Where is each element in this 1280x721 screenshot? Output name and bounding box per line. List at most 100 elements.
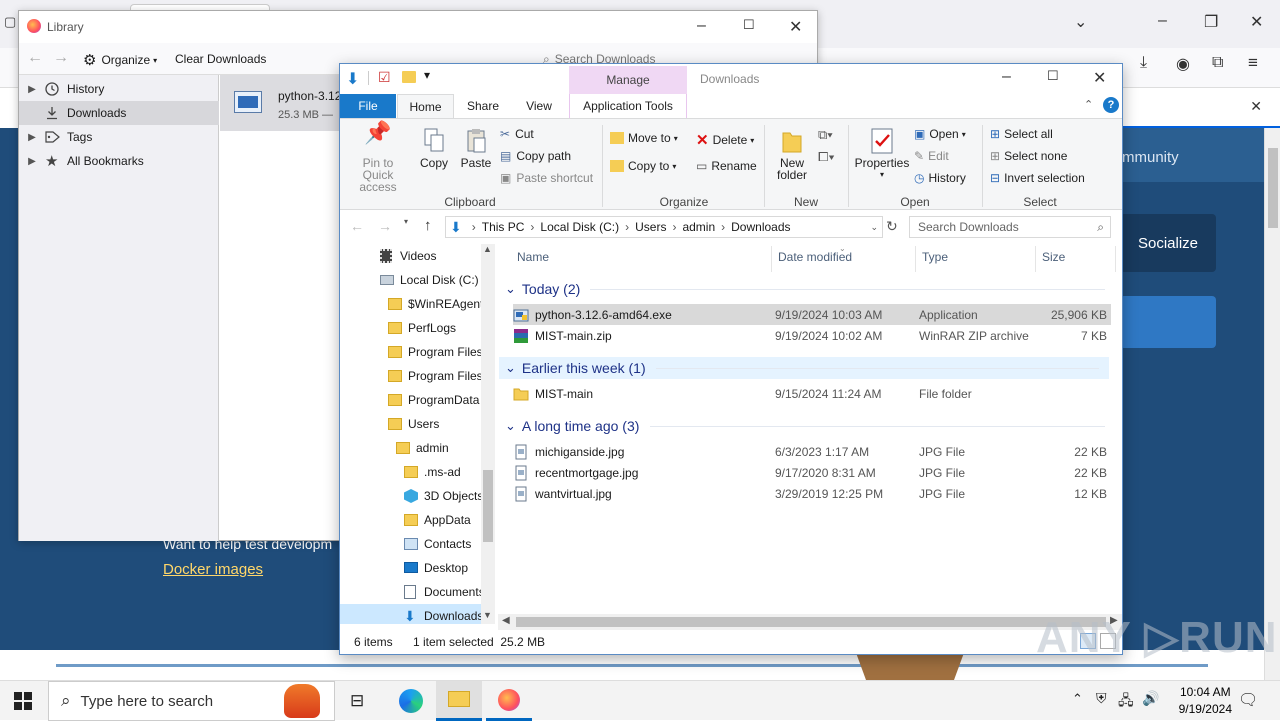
column-header-name[interactable]: Name — [517, 250, 549, 264]
properties-qat-icon[interactable]: ☑ — [378, 69, 391, 86]
restore-button[interactable]: ❐ — [1204, 12, 1218, 32]
page-scrollbar[interactable] — [1264, 128, 1280, 680]
list-all-tabs-icon[interactable]: ⌄ — [1074, 12, 1087, 32]
nav-item[interactable]: Program Files — [388, 364, 483, 388]
group-header[interactable]: ⌄ Today (2) — [505, 278, 1115, 300]
show-hidden-icons-icon[interactable]: ⌃ — [1072, 691, 1083, 707]
group-header[interactable]: ⌄ A long time ago (3) — [505, 415, 1115, 437]
organize-button[interactable]: ⚙ Organize ▾ — [83, 51, 157, 69]
breadcrumb-downloads[interactable]: Downloads — [731, 220, 790, 234]
pin-quick-access-button[interactable]: 📌 Pin to Quick access — [346, 122, 410, 194]
nav-item[interactable]: Local Disk (C:) — [380, 268, 479, 292]
start-button[interactable] — [14, 692, 32, 710]
socialize-button[interactable]: Socialize — [1120, 214, 1216, 272]
new-folder-button[interactable]: New folder — [770, 127, 814, 181]
up-arrow-icon[interactable]: ↑ — [424, 217, 432, 234]
clear-downloads-button[interactable]: Clear Downloads — [175, 52, 266, 66]
nav-item[interactable]: PerfLogs — [388, 316, 456, 340]
scroll-down-icon[interactable]: ▼ — [483, 610, 492, 620]
library-minimize-button[interactable]: – — [697, 17, 706, 35]
download-list-item[interactable]: python-3.12 25.3 MB — — [220, 75, 350, 131]
navigation-scrollbar[interactable]: ▲ ▼ — [481, 244, 495, 624]
properties-button[interactable]: Properties ▾ — [854, 127, 910, 181]
address-bar[interactable]: ⬇ › This PC › Local Disk (C:) › Users › … — [445, 216, 883, 238]
volume-icon[interactable]: 🔊 — [1142, 690, 1159, 707]
taskbar-firefox-button[interactable] — [486, 681, 532, 721]
sidebar-item-tags[interactable]: ▶ Tags — [19, 125, 219, 149]
tab-share[interactable]: Share — [456, 94, 510, 118]
taskbar-search-box[interactable]: ⌕ Type here to search — [48, 681, 335, 721]
minimize-button[interactable]: – — [1158, 12, 1167, 30]
notifications-icon[interactable]: 🗨 — [1238, 690, 1258, 710]
refresh-icon[interactable]: ↻ — [886, 218, 898, 235]
library-maximize-button[interactable]: ☐ — [743, 17, 755, 33]
help-icon[interactable]: ? — [1103, 97, 1119, 113]
scrollbar-thumb[interactable] — [483, 470, 493, 542]
scroll-up-icon[interactable]: ▲ — [483, 244, 492, 254]
nav-item[interactable]: admin — [396, 436, 449, 460]
expand-arrow-icon[interactable]: ▶ — [19, 132, 45, 143]
open-button[interactable]: ▣ Open ▾ — [914, 127, 966, 141]
back-arrow-icon[interactable]: ← — [27, 49, 43, 67]
delete-button[interactable]: ✕ Delete ▾ — [696, 131, 754, 149]
explorer-minimize-button[interactable]: – — [1002, 68, 1011, 86]
community-nav-link[interactable]: mmunity — [1122, 149, 1179, 166]
explorer-search-input[interactable]: Search Downloads ⌕ — [909, 216, 1111, 238]
file-row[interactable]: wantvirtual.jpg 3/29/2019 12:25 PM JPG Fil… — [513, 483, 1111, 504]
sidebar-item-history[interactable]: ▶ History — [19, 77, 219, 101]
new-item-icon[interactable]: ⧉▾ — [818, 127, 833, 143]
recent-locations-icon[interactable]: ▾ — [404, 217, 408, 226]
paste-shortcut-button[interactable]: ▣ Paste shortcut — [500, 171, 593, 185]
file-row[interactable]: recentmortgage.jpg 9/17/2020 8:31 AM JPG F… — [513, 462, 1111, 483]
nav-item[interactable]: Contacts — [404, 532, 471, 556]
breadcrumb-admin[interactable]: admin — [682, 220, 715, 234]
close-notification-icon[interactable]: ✕ — [1250, 98, 1262, 115]
nav-item[interactable]: Documents — [404, 580, 485, 604]
nav-item[interactable]: Users — [388, 412, 439, 436]
nav-item[interactable]: AppData — [404, 508, 471, 532]
file-row[interactable]: MIST-main 9/15/2024 11:24 AM File folder — [513, 383, 1111, 404]
file-row[interactable]: michiganside.jpg 6/3/2023 1:17 AM JPG File… — [513, 441, 1111, 462]
copy-button[interactable]: Copy — [414, 127, 454, 169]
expand-arrow-icon[interactable]: ▶ — [19, 156, 45, 167]
tab-home[interactable]: Home — [397, 94, 454, 118]
docker-images-link[interactable]: Docker images — [163, 561, 263, 578]
edge-icon[interactable] — [399, 689, 423, 713]
copy-to-button[interactable]: Copy to ▾ — [610, 159, 676, 173]
nav-item[interactable]: Program Files — [388, 340, 483, 364]
library-close-button[interactable]: ✕ — [789, 17, 802, 37]
network-icon[interactable]: 🖧 — [1118, 690, 1134, 714]
tab-application-tools[interactable]: Application Tools — [569, 94, 687, 118]
tab-view[interactable]: View — [512, 94, 566, 118]
rename-button[interactable]: ▭ Rename — [696, 159, 757, 173]
expand-arrow-icon[interactable]: ▶ — [19, 84, 45, 95]
extensions-icon[interactable]: ⧉ — [1212, 54, 1223, 72]
scrollbar-thumb[interactable] — [1268, 148, 1278, 228]
column-header-size[interactable]: Size — [1042, 250, 1065, 264]
file-row[interactable]: python-3.12.6-amd64.exe 9/19/2024 10:03 A… — [513, 304, 1111, 325]
nav-item[interactable]: .ms-ad — [404, 460, 461, 484]
nav-item[interactable]: $WinREAgent — [388, 292, 483, 316]
page-action-button[interactable] — [1120, 296, 1216, 348]
clock[interactable]: 10:04 AM 9/19/2024 — [1179, 684, 1232, 718]
nav-item[interactable]: ProgramData — [388, 388, 479, 412]
cut-button[interactable]: ✂ Cut — [500, 127, 534, 141]
account-icon[interactable]: ◉ — [1176, 54, 1190, 74]
explorer-maximize-button[interactable]: ☐ — [1047, 68, 1059, 84]
menu-icon[interactable]: ≡ — [1248, 53, 1258, 73]
edit-button[interactable]: ✎ Edit — [914, 149, 949, 163]
breadcrumb-users[interactable]: Users — [635, 220, 666, 234]
horizontal-scrollbar[interactable]: ◀ ▶ — [498, 614, 1122, 630]
taskbar-explorer-button[interactable] — [436, 681, 482, 721]
easy-access-icon[interactable]: ⧠▾ — [818, 149, 835, 165]
forward-arrow-icon[interactable]: → — [53, 49, 69, 67]
scroll-left-icon[interactable]: ◀ — [502, 615, 510, 626]
security-icon[interactable]: ⛨ — [1096, 690, 1107, 707]
scrollbar-thumb[interactable] — [516, 617, 1106, 627]
sidebar-item-downloads[interactable]: Downloads — [19, 101, 219, 125]
breadcrumb-local-disk[interactable]: Local Disk (C:) — [540, 220, 619, 234]
select-none-button[interactable]: ⊞ Select none — [990, 149, 1067, 163]
invert-selection-button[interactable]: ⊟ Invert selection — [990, 171, 1085, 185]
select-all-button[interactable]: ⊞ Select all — [990, 127, 1053, 141]
paste-button[interactable]: Paste — [456, 127, 496, 169]
